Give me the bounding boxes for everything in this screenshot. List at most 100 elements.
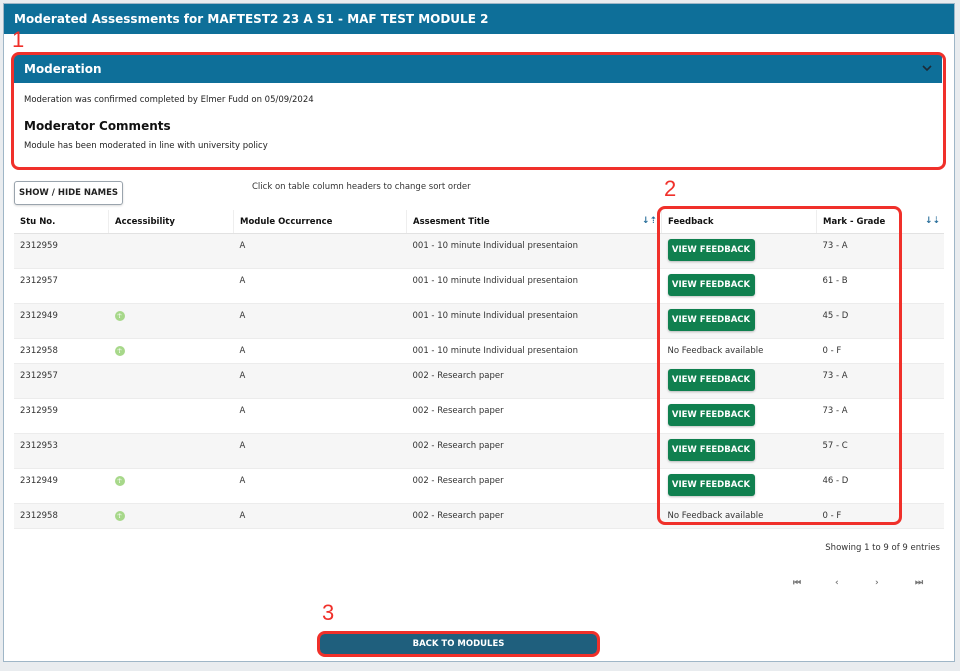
cell-stu-no: 2312959 (14, 398, 109, 434)
cell-mark-grade: 61 - B (816, 268, 944, 304)
cell-mark-grade: 57 - C (816, 433, 944, 469)
cell-module-occurrence: A (233, 303, 407, 339)
cell-accessibility (108, 433, 234, 469)
view-feedback-button[interactable]: VIEW FEEDBACK (667, 309, 755, 331)
cell-feedback: VIEW FEEDBACK (661, 468, 817, 504)
page-title: Moderated Assessments for MAFTEST2 23 A … (4, 4, 954, 34)
cell-module-occurrence: A (233, 398, 407, 434)
column-header-stu-no[interactable]: Stu No. (14, 210, 109, 234)
cell-assessment-title: 001 - 10 minute Individual presentaion (406, 233, 662, 269)
sort-hint: Click on table column headers to change … (252, 182, 471, 192)
cell-stu-no: 2312957 (14, 268, 109, 304)
no-feedback-text: No Feedback available (667, 511, 764, 521)
cell-module-occurrence: A (233, 433, 407, 469)
cell-assessment-title: 001 - 10 minute Individual presentaion (406, 268, 662, 304)
column-header-assessment-title[interactable]: Assesment Title ↓⇡ (406, 210, 662, 234)
cell-stu-no: 2312957 (14, 363, 109, 399)
table-row: 2312957 A 001 - 10 minute Individual prese… (14, 268, 944, 304)
cell-assessment-title: 002 - Research paper (406, 468, 662, 504)
cell-stu-no: 2312949 (14, 468, 109, 504)
cell-assessment-title: 001 - 10 minute Individual presentaion (406, 338, 662, 364)
entries-summary: Showing 1 to 9 of 9 entries (825, 543, 940, 553)
table-row: 2312958 ☥ A 001 - 10 minute Individual pres… (14, 338, 944, 364)
accessibility-icon[interactable]: ☥ (114, 311, 125, 321)
moderation-panel: Moderation Moderation was confirmed comp… (14, 55, 942, 167)
cell-feedback: VIEW FEEDBACK (661, 433, 817, 469)
next-page-button[interactable]: › (875, 578, 879, 588)
view-feedback-button[interactable]: VIEW FEEDBACK (667, 274, 755, 296)
cell-mark-grade: 73 - A (816, 233, 944, 269)
table-row: 2312953 A 002 - Research paper VIEW FEEDBAC… (14, 433, 944, 469)
column-header-module-occurrence[interactable]: Module Occurrence (233, 210, 407, 234)
moderation-header[interactable]: Moderation (14, 55, 942, 83)
cell-accessibility (108, 363, 234, 399)
cell-stu-no: 2312958 (14, 503, 109, 529)
view-feedback-button[interactable]: VIEW FEEDBACK (667, 404, 755, 426)
accessibility-icon[interactable]: ☥ (114, 346, 125, 356)
moderation-title: Moderation (24, 62, 102, 76)
column-header-feedback[interactable]: Feedback (661, 210, 817, 234)
cell-mark-grade: 73 - A (816, 398, 944, 434)
cell-assessment-title: 002 - Research paper (406, 433, 662, 469)
cell-accessibility (108, 398, 234, 434)
cell-feedback: VIEW FEEDBACK (661, 363, 817, 399)
moderation-confirmation: Moderation was confirmed completed by El… (24, 95, 314, 105)
cell-mark-grade: 45 - D (816, 303, 944, 339)
cell-accessibility (108, 233, 234, 269)
table-header-row: Stu No. Accessibility Module Occurrence … (14, 210, 944, 234)
table-row: 2312949 ☥ A 001 - 10 minute Individual pres… (14, 303, 944, 339)
cell-assessment-title: 001 - 10 minute Individual presentaion (406, 303, 662, 339)
cell-module-occurrence: A (233, 503, 407, 529)
last-page-button[interactable]: ⏭ (915, 578, 923, 588)
chevron-down-icon[interactable] (922, 55, 932, 83)
cell-module-occurrence: A (233, 338, 407, 364)
annotation-3: 3 (322, 600, 335, 625)
show-hide-names-button[interactable]: SHOW / HIDE NAMES (14, 181, 123, 205)
cell-mark-grade: 73 - A (816, 363, 944, 399)
cell-stu-no: 2312959 (14, 233, 109, 269)
column-header-accessibility[interactable]: Accessibility (108, 210, 234, 234)
column-header-mark-grade[interactable]: Mark - Grade ↓⇣ (816, 210, 944, 234)
table-row: 2312957 A 002 - Research paper VIEW FEEDBAC… (14, 363, 944, 399)
no-feedback-text: No Feedback available (667, 346, 764, 356)
sort-descending-icon[interactable]: ↓⇣ (925, 216, 940, 226)
cell-feedback: No Feedback available (661, 338, 817, 364)
annotation-2: 2 (664, 176, 677, 201)
cell-accessibility: ☥ (108, 338, 234, 364)
sort-ascending-icon[interactable]: ↓⇡ (642, 216, 657, 226)
annotation-1: 1 (12, 27, 25, 52)
cell-feedback: VIEW FEEDBACK (661, 398, 817, 434)
cell-assessment-title: 002 - Research paper (406, 503, 662, 529)
previous-page-button[interactable]: ‹ (835, 578, 839, 588)
cell-accessibility: ☥ (108, 303, 234, 339)
table-row: 2312959 A 002 - Research paper VIEW FEEDBAC… (14, 398, 944, 434)
cell-module-occurrence: A (233, 268, 407, 304)
first-page-button[interactable]: ⏮ (793, 578, 801, 588)
cell-stu-no: 2312953 (14, 433, 109, 469)
cell-mark-grade: 0 - F (816, 503, 944, 529)
moderator-comments-heading: Moderator Comments (24, 119, 171, 133)
view-feedback-button[interactable]: VIEW FEEDBACK (667, 474, 755, 496)
accessibility-icon[interactable]: ☥ (114, 511, 125, 521)
table-row: 2312959 A 001 - 10 minute Individual prese… (14, 233, 944, 269)
moderator-comments: Module has been moderated in line with u… (24, 141, 268, 151)
cell-assessment-title: 002 - Research paper (406, 363, 662, 399)
view-feedback-button[interactable]: VIEW FEEDBACK (667, 439, 755, 461)
assessments-table: Stu No. Accessibility Module Occurrence … (14, 210, 944, 529)
cell-module-occurrence: A (233, 363, 407, 399)
cell-mark-grade: 0 - F (816, 338, 944, 364)
table-row: 2312949 ☥ A 002 - Research paper VIEW FEEDBA… (14, 468, 944, 504)
cell-assessment-title: 002 - Research paper (406, 398, 662, 434)
cell-feedback: VIEW FEEDBACK (661, 233, 817, 269)
cell-feedback: No Feedback available (661, 503, 817, 529)
cell-accessibility (108, 268, 234, 304)
back-to-modules-button[interactable]: BACK TO MODULES (320, 634, 597, 654)
cell-feedback: VIEW FEEDBACK (661, 303, 817, 339)
cell-module-occurrence: A (233, 468, 407, 504)
table-row: 2312958 ☥ A 002 - Research paper No Feedback… (14, 503, 944, 529)
view-feedback-button[interactable]: VIEW FEEDBACK (667, 369, 755, 391)
accessibility-icon[interactable]: ☥ (114, 476, 125, 486)
view-feedback-button[interactable]: VIEW FEEDBACK (667, 239, 755, 261)
cell-stu-no: 2312949 (14, 303, 109, 339)
cell-stu-no: 2312958 (14, 338, 109, 364)
